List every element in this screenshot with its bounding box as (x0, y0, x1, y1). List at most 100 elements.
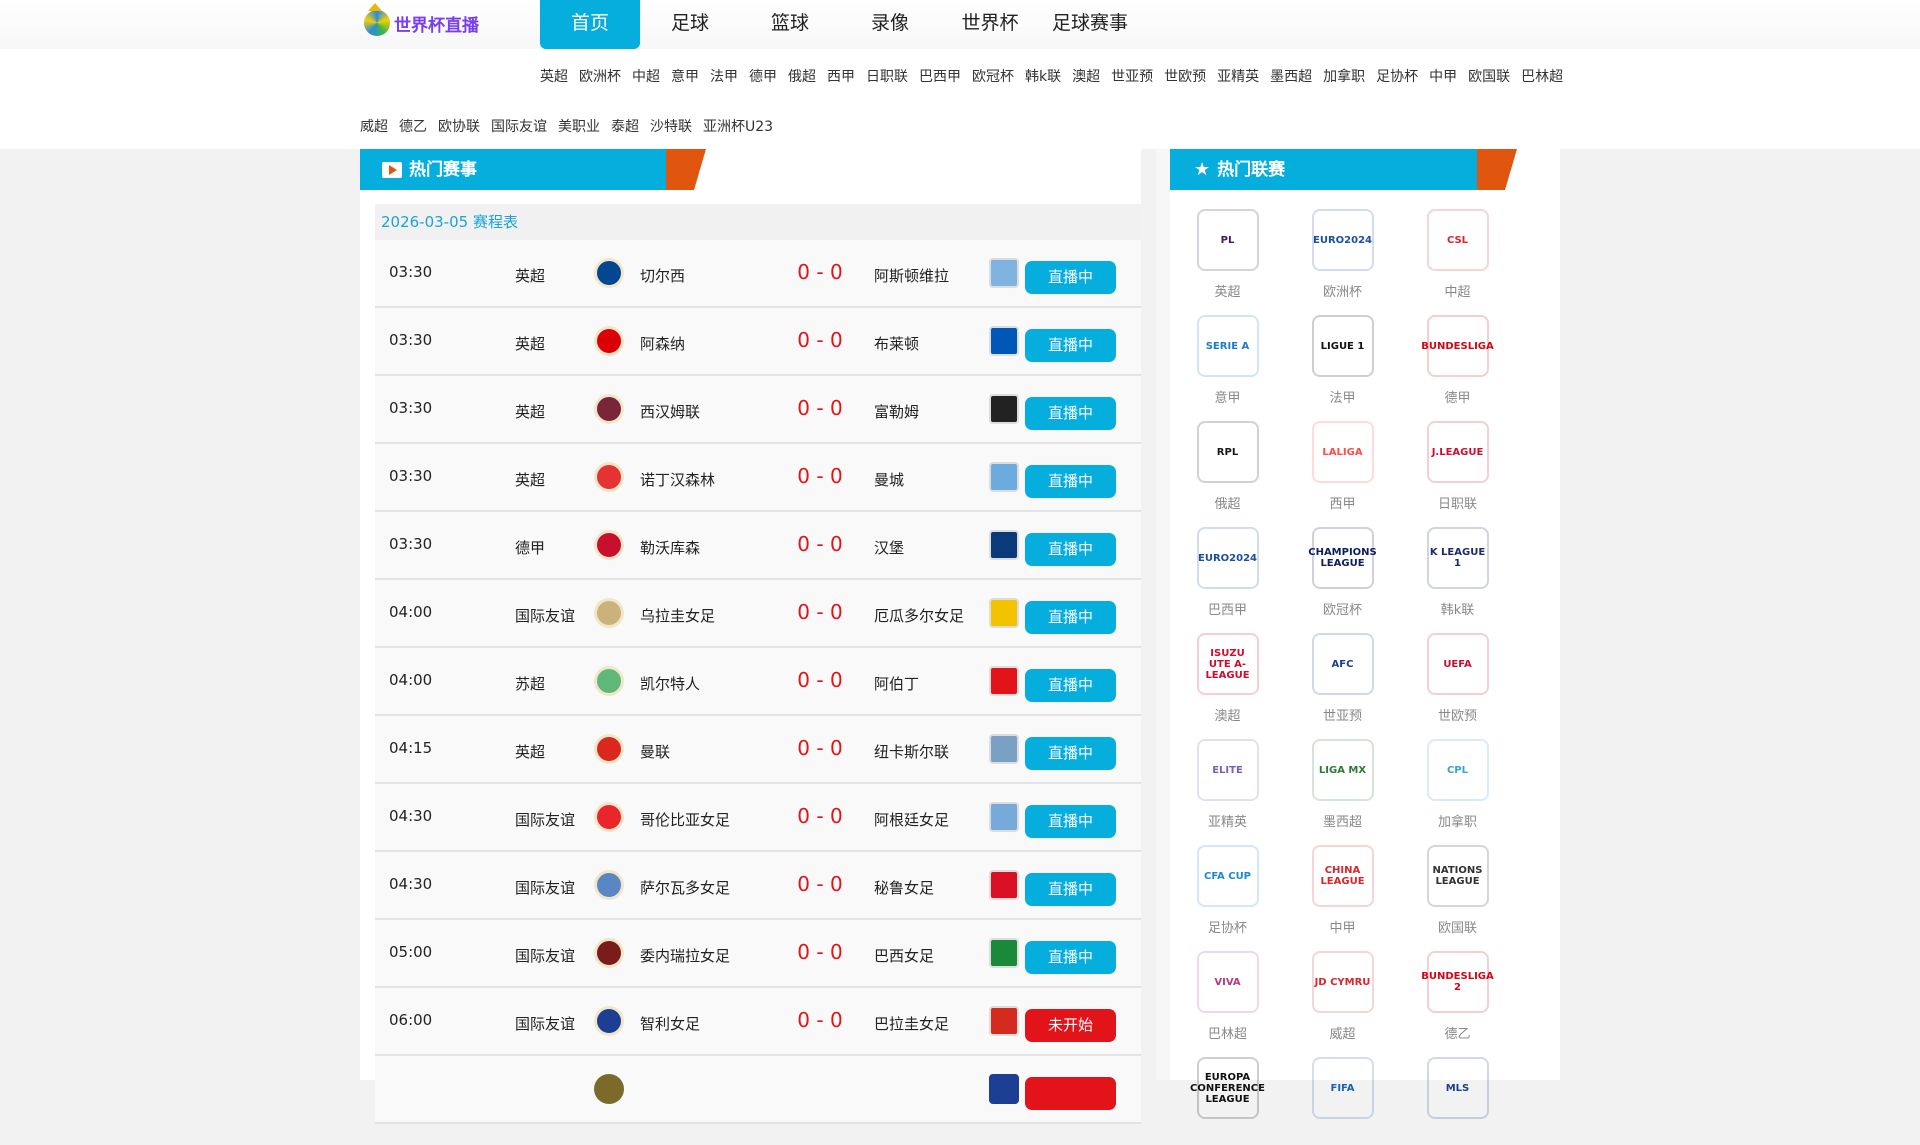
league-item[interactable]: AFC 世亚预 (1285, 633, 1400, 724)
subnav-link[interactable]: 中甲 (1429, 66, 1457, 86)
league-item[interactable]: CFA CUP 足协杯 (1170, 845, 1285, 936)
match-status-button[interactable]: 直播中 (1025, 261, 1116, 294)
subnav-link[interactable]: 韩k联 (1025, 66, 1061, 86)
home-team-name[interactable]: 切尔西 (640, 265, 685, 286)
nav-tab-4[interactable]: 录像 (840, 0, 940, 49)
league-item[interactable]: ISUZU UTE A-LEAGUE 澳超 (1170, 633, 1285, 724)
home-team-name[interactable]: 智利女足 (640, 1013, 700, 1034)
subnav-link[interactable]: 泰超 (611, 116, 639, 136)
home-team-name[interactable]: 委内瑞拉女足 (640, 945, 730, 966)
home-team-name[interactable]: 凯尔特人 (640, 673, 700, 694)
match-league[interactable]: 英超 (515, 741, 545, 762)
match-status-button[interactable]: 直播中 (1025, 329, 1116, 362)
match-status-button[interactable] (1025, 1077, 1116, 1110)
subnav-link[interactable]: 威超 (360, 116, 388, 136)
match-league[interactable]: 英超 (515, 333, 545, 354)
home-team-name[interactable]: 诺丁汉森林 (640, 469, 715, 490)
league-item[interactable]: BUNDESLIGA 德甲 (1400, 315, 1515, 406)
away-team-name[interactable]: 巴西女足 (874, 945, 934, 966)
subnav-link[interactable]: 法甲 (710, 66, 738, 86)
match-status-button[interactable]: 直播中 (1025, 805, 1116, 838)
subnav-link[interactable]: 巴林超 (1521, 66, 1563, 86)
subnav-link[interactable]: 英超 (540, 66, 568, 86)
subnav-link[interactable]: 国际友谊 (491, 116, 547, 136)
away-team-name[interactable]: 阿根廷女足 (874, 809, 949, 830)
subnav-link[interactable]: 日职联 (866, 66, 908, 86)
match-league[interactable]: 国际友谊 (515, 1013, 575, 1034)
home-team-name[interactable]: 哥伦比亚女足 (640, 809, 730, 830)
subnav-link[interactable]: 意甲 (671, 66, 699, 86)
subnav-link[interactable]: 巴西甲 (919, 66, 961, 86)
match-league[interactable]: 英超 (515, 401, 545, 422)
match-status-button[interactable]: 直播中 (1025, 669, 1116, 702)
league-item[interactable]: FIFA (1285, 1057, 1400, 1145)
home-team-name[interactable]: 萨尔瓦多女足 (640, 877, 730, 898)
match-status-button[interactable]: 直播中 (1025, 533, 1116, 566)
nav-tab-3[interactable]: 篮球 (740, 0, 840, 49)
match-status-button[interactable]: 未开始 (1025, 1009, 1116, 1042)
home-team-name[interactable]: 乌拉圭女足 (640, 605, 715, 626)
subnav-link[interactable]: 亚精英 (1217, 66, 1259, 86)
league-item[interactable]: JD CYMRU 威超 (1285, 951, 1400, 1042)
subnav-link[interactable]: 亚洲杯U23 (703, 116, 773, 136)
league-item[interactable]: LIGA MX 墨西超 (1285, 739, 1400, 830)
league-item[interactable]: NATIONS LEAGUE 欧国联 (1400, 845, 1515, 936)
away-team-name[interactable]: 阿伯丁 (874, 673, 919, 694)
league-item[interactable]: CSL 中超 (1400, 209, 1515, 300)
away-team-name[interactable]: 曼城 (874, 469, 904, 490)
nav-tab-5[interactable]: 世界杯 (940, 0, 1040, 49)
match-league[interactable]: 国际友谊 (515, 809, 575, 830)
match-status-button[interactable]: 直播中 (1025, 873, 1116, 906)
away-team-name[interactable]: 厄瓜多尔女足 (874, 605, 964, 626)
subnav-link[interactable]: 俄超 (788, 66, 816, 86)
league-item[interactable]: RPL 俄超 (1170, 421, 1285, 512)
match-status-button[interactable]: 直播中 (1025, 465, 1116, 498)
subnav-link[interactable]: 中超 (632, 66, 660, 86)
league-item[interactable]: EUROPA CONFERENCE LEAGUE (1170, 1057, 1285, 1145)
match-league[interactable]: 国际友谊 (515, 945, 575, 966)
league-item[interactable]: CHAMPIONS LEAGUE 欧冠杯 (1285, 527, 1400, 618)
subnav-link[interactable]: 欧协联 (438, 116, 480, 136)
match-league[interactable]: 国际友谊 (515, 877, 575, 898)
subnav-link[interactable]: 沙特联 (650, 116, 692, 136)
subnav-link[interactable]: 世欧预 (1164, 66, 1206, 86)
away-team-name[interactable]: 巴拉圭女足 (874, 1013, 949, 1034)
subnav-link[interactable]: 世亚预 (1111, 66, 1153, 86)
home-team-name[interactable]: 曼联 (640, 741, 670, 762)
away-team-name[interactable]: 纽卡斯尔联 (874, 741, 949, 762)
league-item[interactable]: CPL 加拿职 (1400, 739, 1515, 830)
match-league[interactable]: 苏超 (515, 673, 545, 694)
away-team-name[interactable]: 秘鲁女足 (874, 877, 934, 898)
away-team-name[interactable]: 布莱顿 (874, 333, 919, 354)
match-league[interactable]: 德甲 (515, 537, 545, 558)
league-item[interactable]: K LEAGUE 1 韩k联 (1400, 527, 1515, 618)
subnav-link[interactable]: 足协杯 (1376, 66, 1418, 86)
home-team-name[interactable]: 阿森纳 (640, 333, 685, 354)
site-logo[interactable]: 世界杯直播 (364, 3, 479, 36)
league-item[interactable]: ELITE 亚精英 (1170, 739, 1285, 830)
match-status-button[interactable]: 直播中 (1025, 601, 1116, 634)
subnav-link[interactable]: 德甲 (749, 66, 777, 86)
match-status-button[interactable]: 直播中 (1025, 397, 1116, 430)
league-item[interactable]: LALIGA 西甲 (1285, 421, 1400, 512)
subnav-link[interactable]: 德乙 (399, 116, 427, 136)
subnav-link[interactable]: 加拿职 (1323, 66, 1365, 86)
home-team-name[interactable]: 西汉姆联 (640, 401, 700, 422)
league-item[interactable]: UEFA 世欧预 (1400, 633, 1515, 724)
subnav-link[interactable]: 美职业 (558, 116, 600, 136)
match-league[interactable]: 国际友谊 (515, 605, 575, 626)
league-item[interactable]: EURO2024 欧洲杯 (1285, 209, 1400, 300)
match-status-button[interactable]: 直播中 (1025, 941, 1116, 974)
home-team-name[interactable]: 勒沃库森 (640, 537, 700, 558)
league-item[interactable]: BUNDESLIGA 2 德乙 (1400, 951, 1515, 1042)
league-item[interactable]: VIVA 巴林超 (1170, 951, 1285, 1042)
match-league[interactable]: 英超 (515, 469, 545, 490)
away-team-name[interactable]: 富勒姆 (874, 401, 919, 422)
nav-tab-6[interactable]: 足球赛事 (1040, 0, 1140, 49)
league-item[interactable]: CHINA LEAGUE 中甲 (1285, 845, 1400, 936)
subnav-link[interactable]: 欧冠杯 (972, 66, 1014, 86)
match-status-button[interactable]: 直播中 (1025, 737, 1116, 770)
league-item[interactable]: EURO2024 巴西甲 (1170, 527, 1285, 618)
league-item[interactable]: PL 英超 (1170, 209, 1285, 300)
league-item[interactable]: LIGUE 1 法甲 (1285, 315, 1400, 406)
